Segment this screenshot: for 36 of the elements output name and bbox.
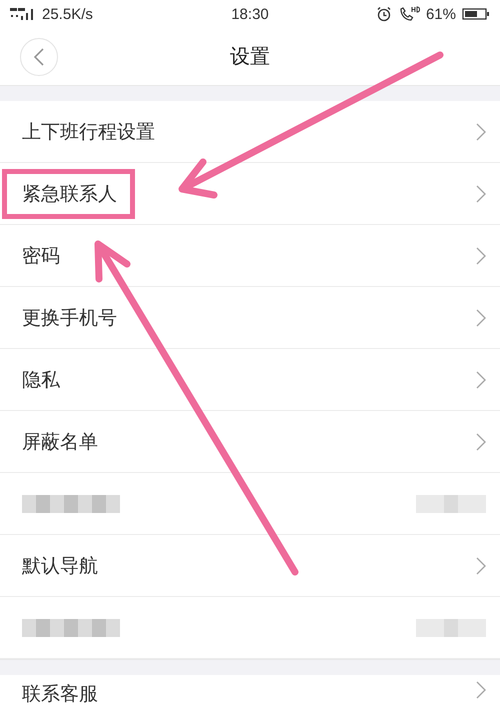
item-label: 隐私 bbox=[22, 368, 60, 392]
item-label: 密码 bbox=[22, 244, 60, 268]
item-label: 紧急联系人 bbox=[2, 168, 135, 218]
settings-item[interactable]: 密码 bbox=[0, 225, 500, 287]
settings-item[interactable]: 默认导航 bbox=[0, 535, 500, 597]
item-label: 联系客服 bbox=[22, 682, 98, 707]
item-label: 屏蔽名单 bbox=[22, 430, 98, 454]
back-icon bbox=[33, 47, 45, 67]
chevron-icon bbox=[476, 308, 486, 326]
clock-time: 18:30 bbox=[231, 6, 269, 22]
page-title: 设置 bbox=[230, 43, 270, 70]
chevron-icon bbox=[476, 681, 486, 699]
chevron-icon bbox=[476, 246, 486, 264]
settings-item[interactable]: 隐私 bbox=[0, 349, 500, 411]
back-button[interactable] bbox=[20, 38, 58, 76]
battery-percent: 61% bbox=[426, 6, 456, 22]
signal-icon bbox=[10, 7, 36, 21]
chevron-icon bbox=[476, 370, 486, 388]
settings-item[interactable]: 联系客服 bbox=[0, 675, 500, 711]
battery-icon bbox=[462, 7, 490, 21]
chevron-icon bbox=[476, 432, 486, 450]
alarm-icon bbox=[376, 6, 392, 22]
settings-item[interactable]: 紧急联系人 bbox=[0, 163, 500, 225]
blurred-value bbox=[416, 618, 486, 636]
item-label: 上下班行程设置 bbox=[22, 120, 155, 144]
settings-item[interactable]: 更换手机号 bbox=[0, 287, 500, 349]
settings-item[interactable]: 上下班行程设置 bbox=[0, 101, 500, 163]
blurred-value bbox=[416, 494, 486, 512]
item-label: 默认导航 bbox=[22, 554, 98, 578]
item-label: 更换手机号 bbox=[22, 306, 117, 330]
chevron-icon bbox=[476, 556, 486, 574]
chevron-icon bbox=[476, 122, 486, 140]
phone-hd-icon bbox=[398, 6, 420, 22]
settings-item[interactable]: 屏蔽名单 bbox=[0, 411, 500, 473]
chevron-icon bbox=[476, 184, 486, 202]
network-speed: 25.5K/s bbox=[42, 6, 93, 22]
